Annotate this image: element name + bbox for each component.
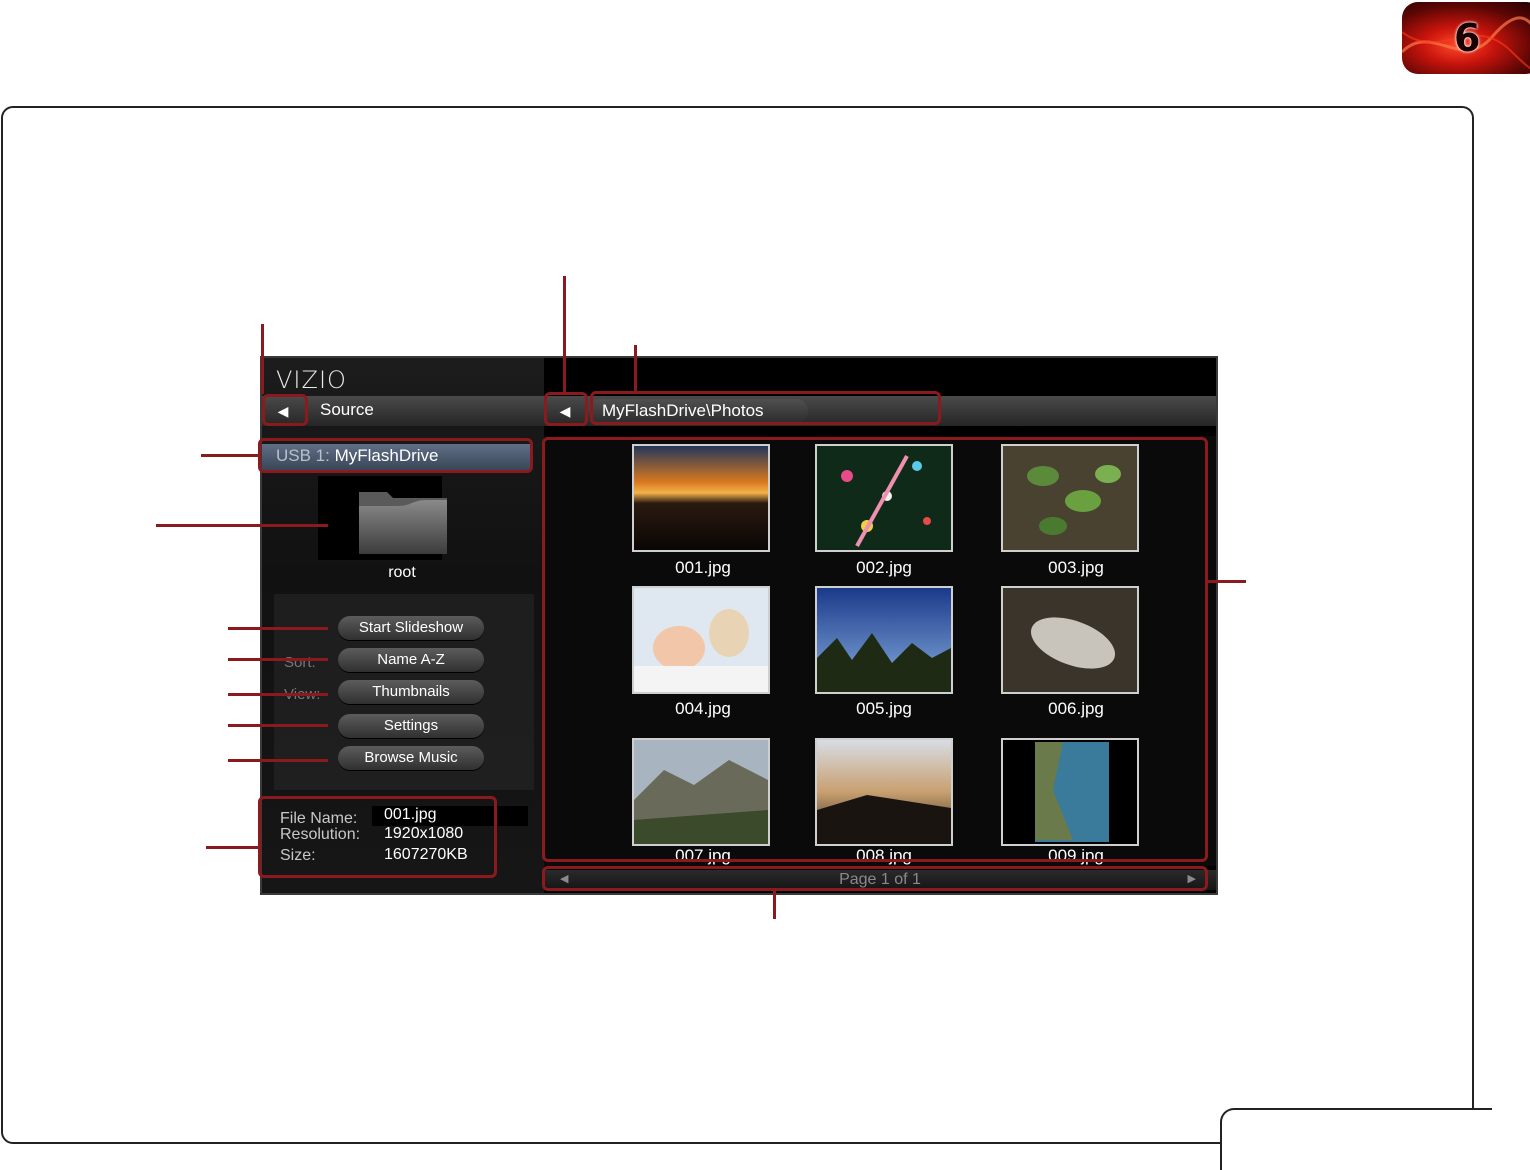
- lead-line: [228, 693, 328, 696]
- callout-path: [590, 391, 941, 425]
- page-corner-tab: [1220, 1108, 1492, 1170]
- lead-line: [228, 759, 328, 762]
- source-label: Source: [320, 400, 374, 419]
- lead-line: [773, 891, 776, 919]
- callout-thumbnail-grid: [542, 437, 1208, 862]
- lead-line: [156, 524, 328, 527]
- lead-line: [261, 324, 264, 394]
- lead-line: [228, 658, 328, 661]
- vizio-logo: VIZIO: [276, 366, 347, 394]
- callout-source-back: [262, 394, 308, 426]
- callout-usb: [258, 438, 533, 473]
- start-slideshow-button[interactable]: Start Slideshow: [338, 616, 484, 640]
- lead-line: [563, 276, 566, 393]
- lead-line: [206, 846, 258, 849]
- browse-music-button[interactable]: Browse Music: [338, 746, 484, 770]
- view-button[interactable]: Thumbnails: [338, 680, 484, 704]
- chapter-badge: 6: [1402, 2, 1530, 74]
- lead-line: [228, 627, 328, 630]
- sort-label: Sort:: [284, 654, 316, 671]
- callout-file-info: [258, 796, 497, 878]
- settings-button[interactable]: Settings: [338, 714, 484, 738]
- callout-pager: [542, 866, 1208, 891]
- lead-line: [228, 724, 328, 727]
- folder-label: root: [388, 564, 416, 581]
- lead-line: [201, 454, 259, 457]
- lead-line: [634, 345, 637, 392]
- sort-button[interactable]: Name A-Z: [338, 648, 484, 672]
- chapter-number: 6: [1454, 16, 1481, 60]
- callout-path-back: [544, 392, 588, 426]
- folder-icon[interactable]: [357, 486, 449, 556]
- lead-line: [1208, 580, 1246, 583]
